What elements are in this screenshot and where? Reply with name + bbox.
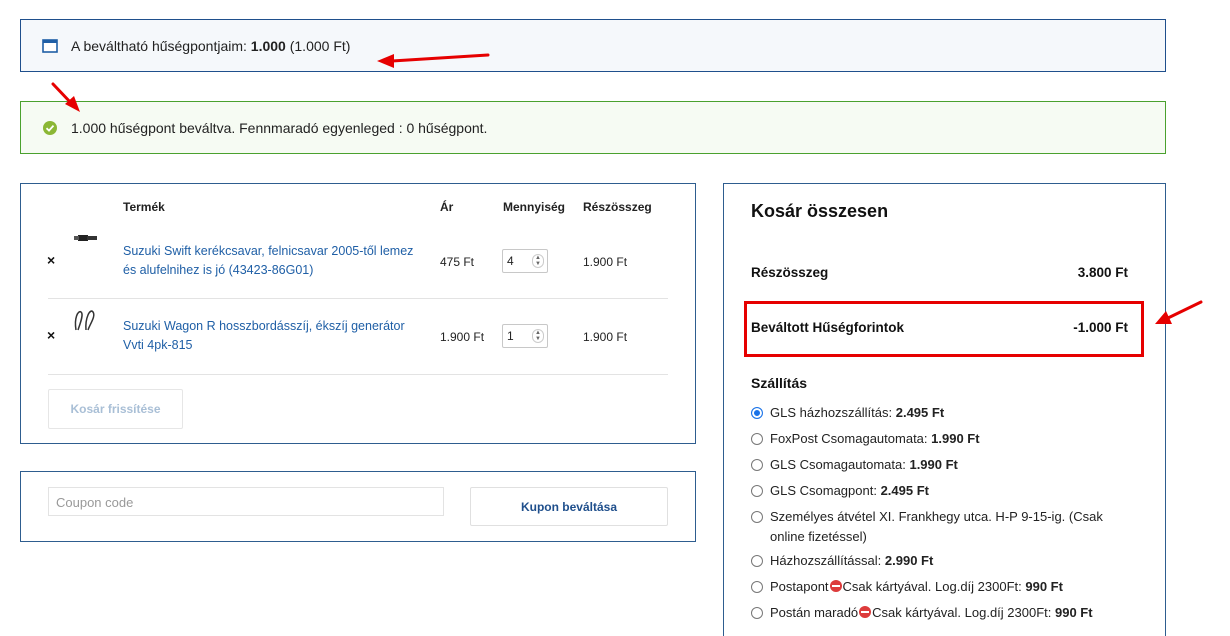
arrow-icon (51, 53, 1203, 324)
annotation-arrows (51, 53, 1203, 324)
